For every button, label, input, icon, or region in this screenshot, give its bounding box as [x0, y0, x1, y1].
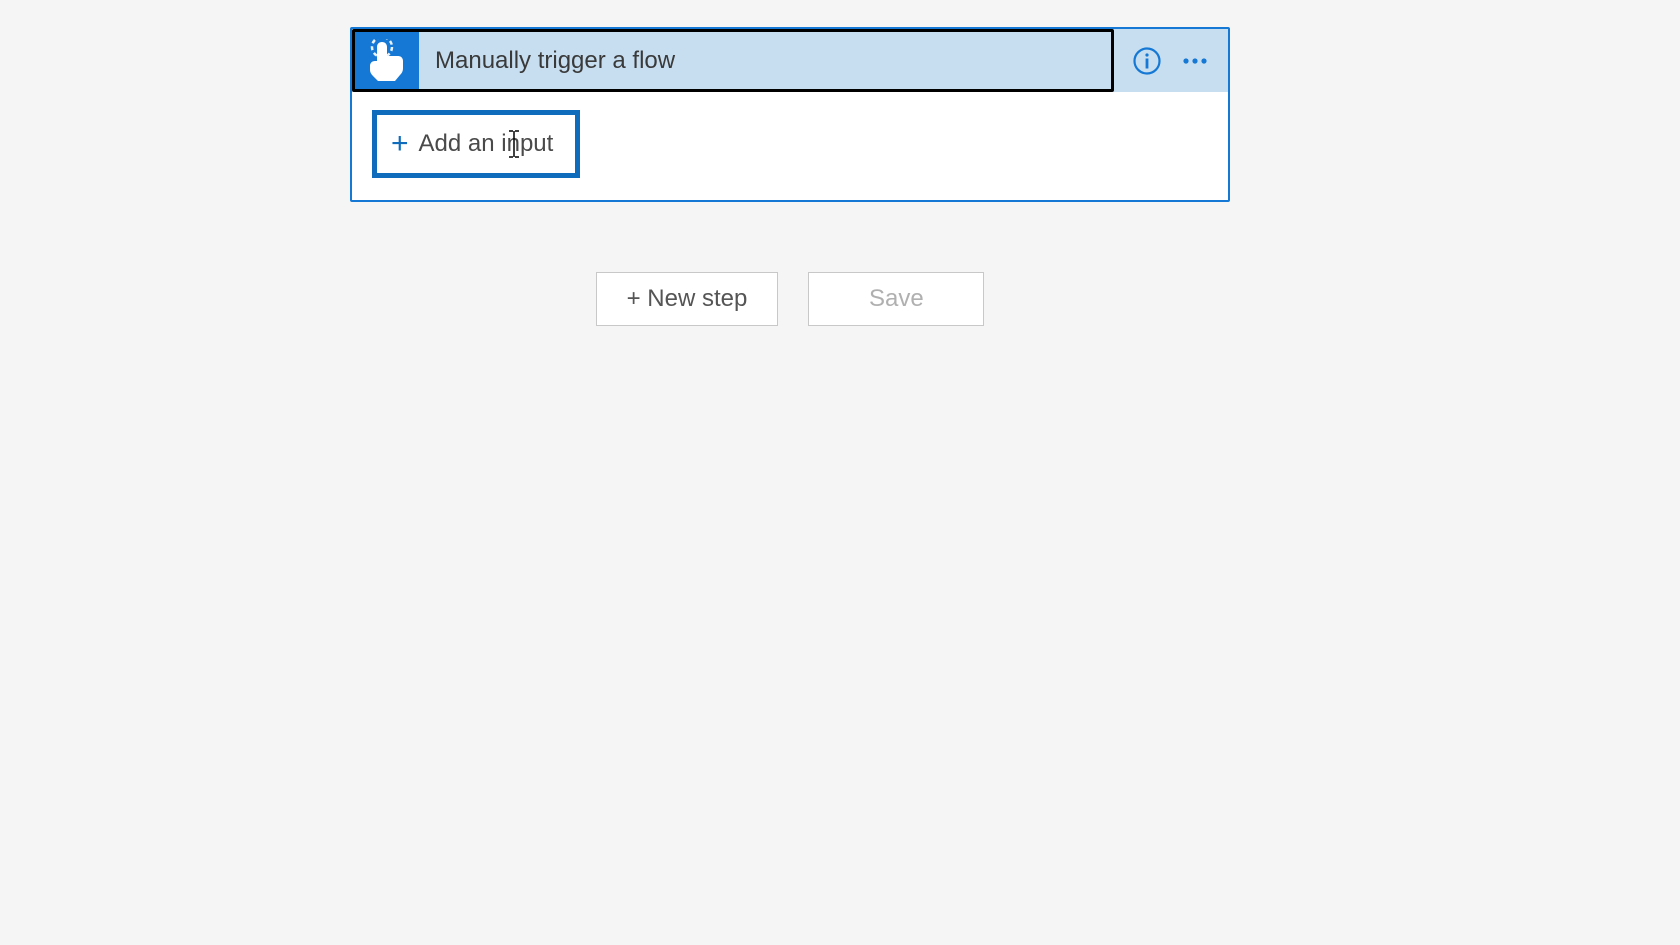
trigger-body: + Add an input: [352, 92, 1228, 200]
manual-trigger-icon: [355, 32, 419, 89]
trigger-title: Manually trigger a flow: [419, 47, 675, 75]
trigger-header[interactable]: Manually trigger a flow: [352, 29, 1228, 92]
flow-designer-canvas: Manually trigger a flow: [350, 27, 1230, 326]
plus-icon: +: [391, 129, 409, 159]
add-input-label: Add an input: [419, 130, 554, 158]
info-icon[interactable]: [1132, 46, 1162, 76]
save-button[interactable]: Save: [808, 272, 984, 326]
add-input-button[interactable]: + Add an input: [372, 110, 580, 178]
new-step-button[interactable]: + New step: [596, 272, 779, 326]
trigger-title-bar[interactable]: Manually trigger a flow: [352, 29, 1114, 92]
more-icon[interactable]: [1180, 46, 1210, 76]
trigger-header-actions: [1114, 46, 1228, 76]
trigger-card: Manually trigger a flow: [350, 27, 1230, 202]
flow-actions-row: + New step Save: [350, 272, 1230, 326]
